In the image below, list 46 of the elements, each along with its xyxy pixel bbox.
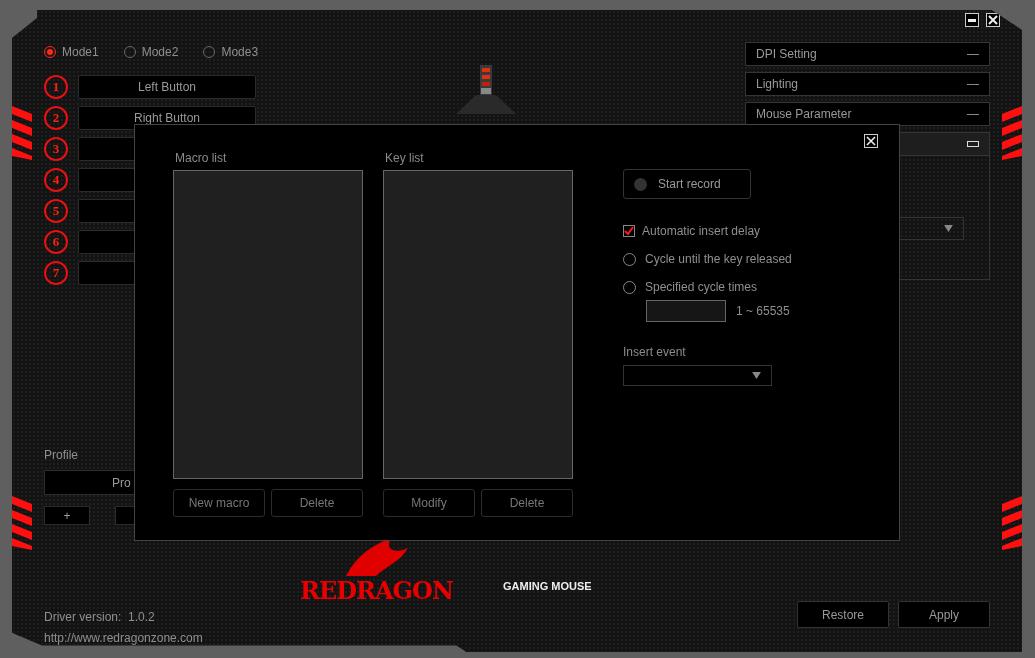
stripe-decoration	[1002, 106, 1022, 160]
button-number: 3	[44, 137, 68, 161]
stripe-decoration	[12, 496, 32, 550]
insert-event-label: Insert event	[623, 345, 687, 359]
cycle-radio[interactable]: Cycle until the key released	[623, 251, 792, 267]
minimize-icon[interactable]	[965, 13, 979, 27]
cycle-count-field[interactable]	[646, 300, 726, 322]
button-number: 6	[44, 230, 68, 254]
stripe-decoration	[12, 106, 32, 160]
key-button[interactable]: Modify	[383, 489, 475, 517]
profile-label: Profile	[44, 448, 79, 462]
action-button[interactable]: Apply	[898, 601, 990, 628]
settings-section-header[interactable]: Lighting	[745, 72, 990, 96]
checkbox-icon	[623, 225, 635, 237]
caret-icon	[752, 372, 761, 379]
restore-icon	[967, 141, 979, 147]
close-icon[interactable]	[864, 134, 878, 148]
add-profile-button[interactable]: +	[44, 506, 90, 525]
key-button[interactable]: Delete	[481, 489, 573, 517]
mode-radio[interactable]: Mode3	[203, 45, 259, 59]
cycle-radio[interactable]: Specified cycle times	[623, 279, 792, 295]
caret-icon	[944, 225, 953, 232]
settings-section-header[interactable]: DPI Setting	[745, 42, 990, 66]
website-link[interactable]: http://www.redragonzone.com	[44, 631, 256, 645]
settings-section-header[interactable]: Mouse Parameter	[745, 102, 990, 126]
start-record-button[interactable]: Start record	[623, 169, 751, 199]
button-number: 5	[44, 199, 68, 223]
product-tagline: GAMING MOUSE	[502, 580, 592, 592]
driver-version: Driver version: 1.0.2	[44, 610, 156, 624]
macro-button[interactable]: New macro	[173, 489, 265, 517]
button-number: 7	[44, 261, 68, 285]
macro-list-label: Macro list	[175, 151, 228, 165]
stripe-decoration	[1002, 496, 1022, 550]
button-assignment[interactable]: Left Button	[78, 75, 256, 99]
cycle-range: 1 ~ 65535	[736, 304, 790, 318]
button-number: 2	[44, 106, 68, 130]
button-number: 4	[44, 168, 68, 192]
key-list-label: Key list	[385, 151, 425, 165]
close-icon[interactable]	[986, 13, 1000, 27]
mode-radio[interactable]: Mode1	[44, 45, 99, 59]
brand-logo: REDRAGON	[300, 576, 453, 605]
action-button[interactable]: Restore	[797, 601, 889, 628]
mode-radio[interactable]: Mode2	[123, 45, 179, 59]
button-number: 1	[44, 75, 68, 99]
macro-button[interactable]: Delete	[271, 489, 363, 517]
insert-delay-checkbox[interactable]: Automatic insert delay	[623, 223, 792, 239]
